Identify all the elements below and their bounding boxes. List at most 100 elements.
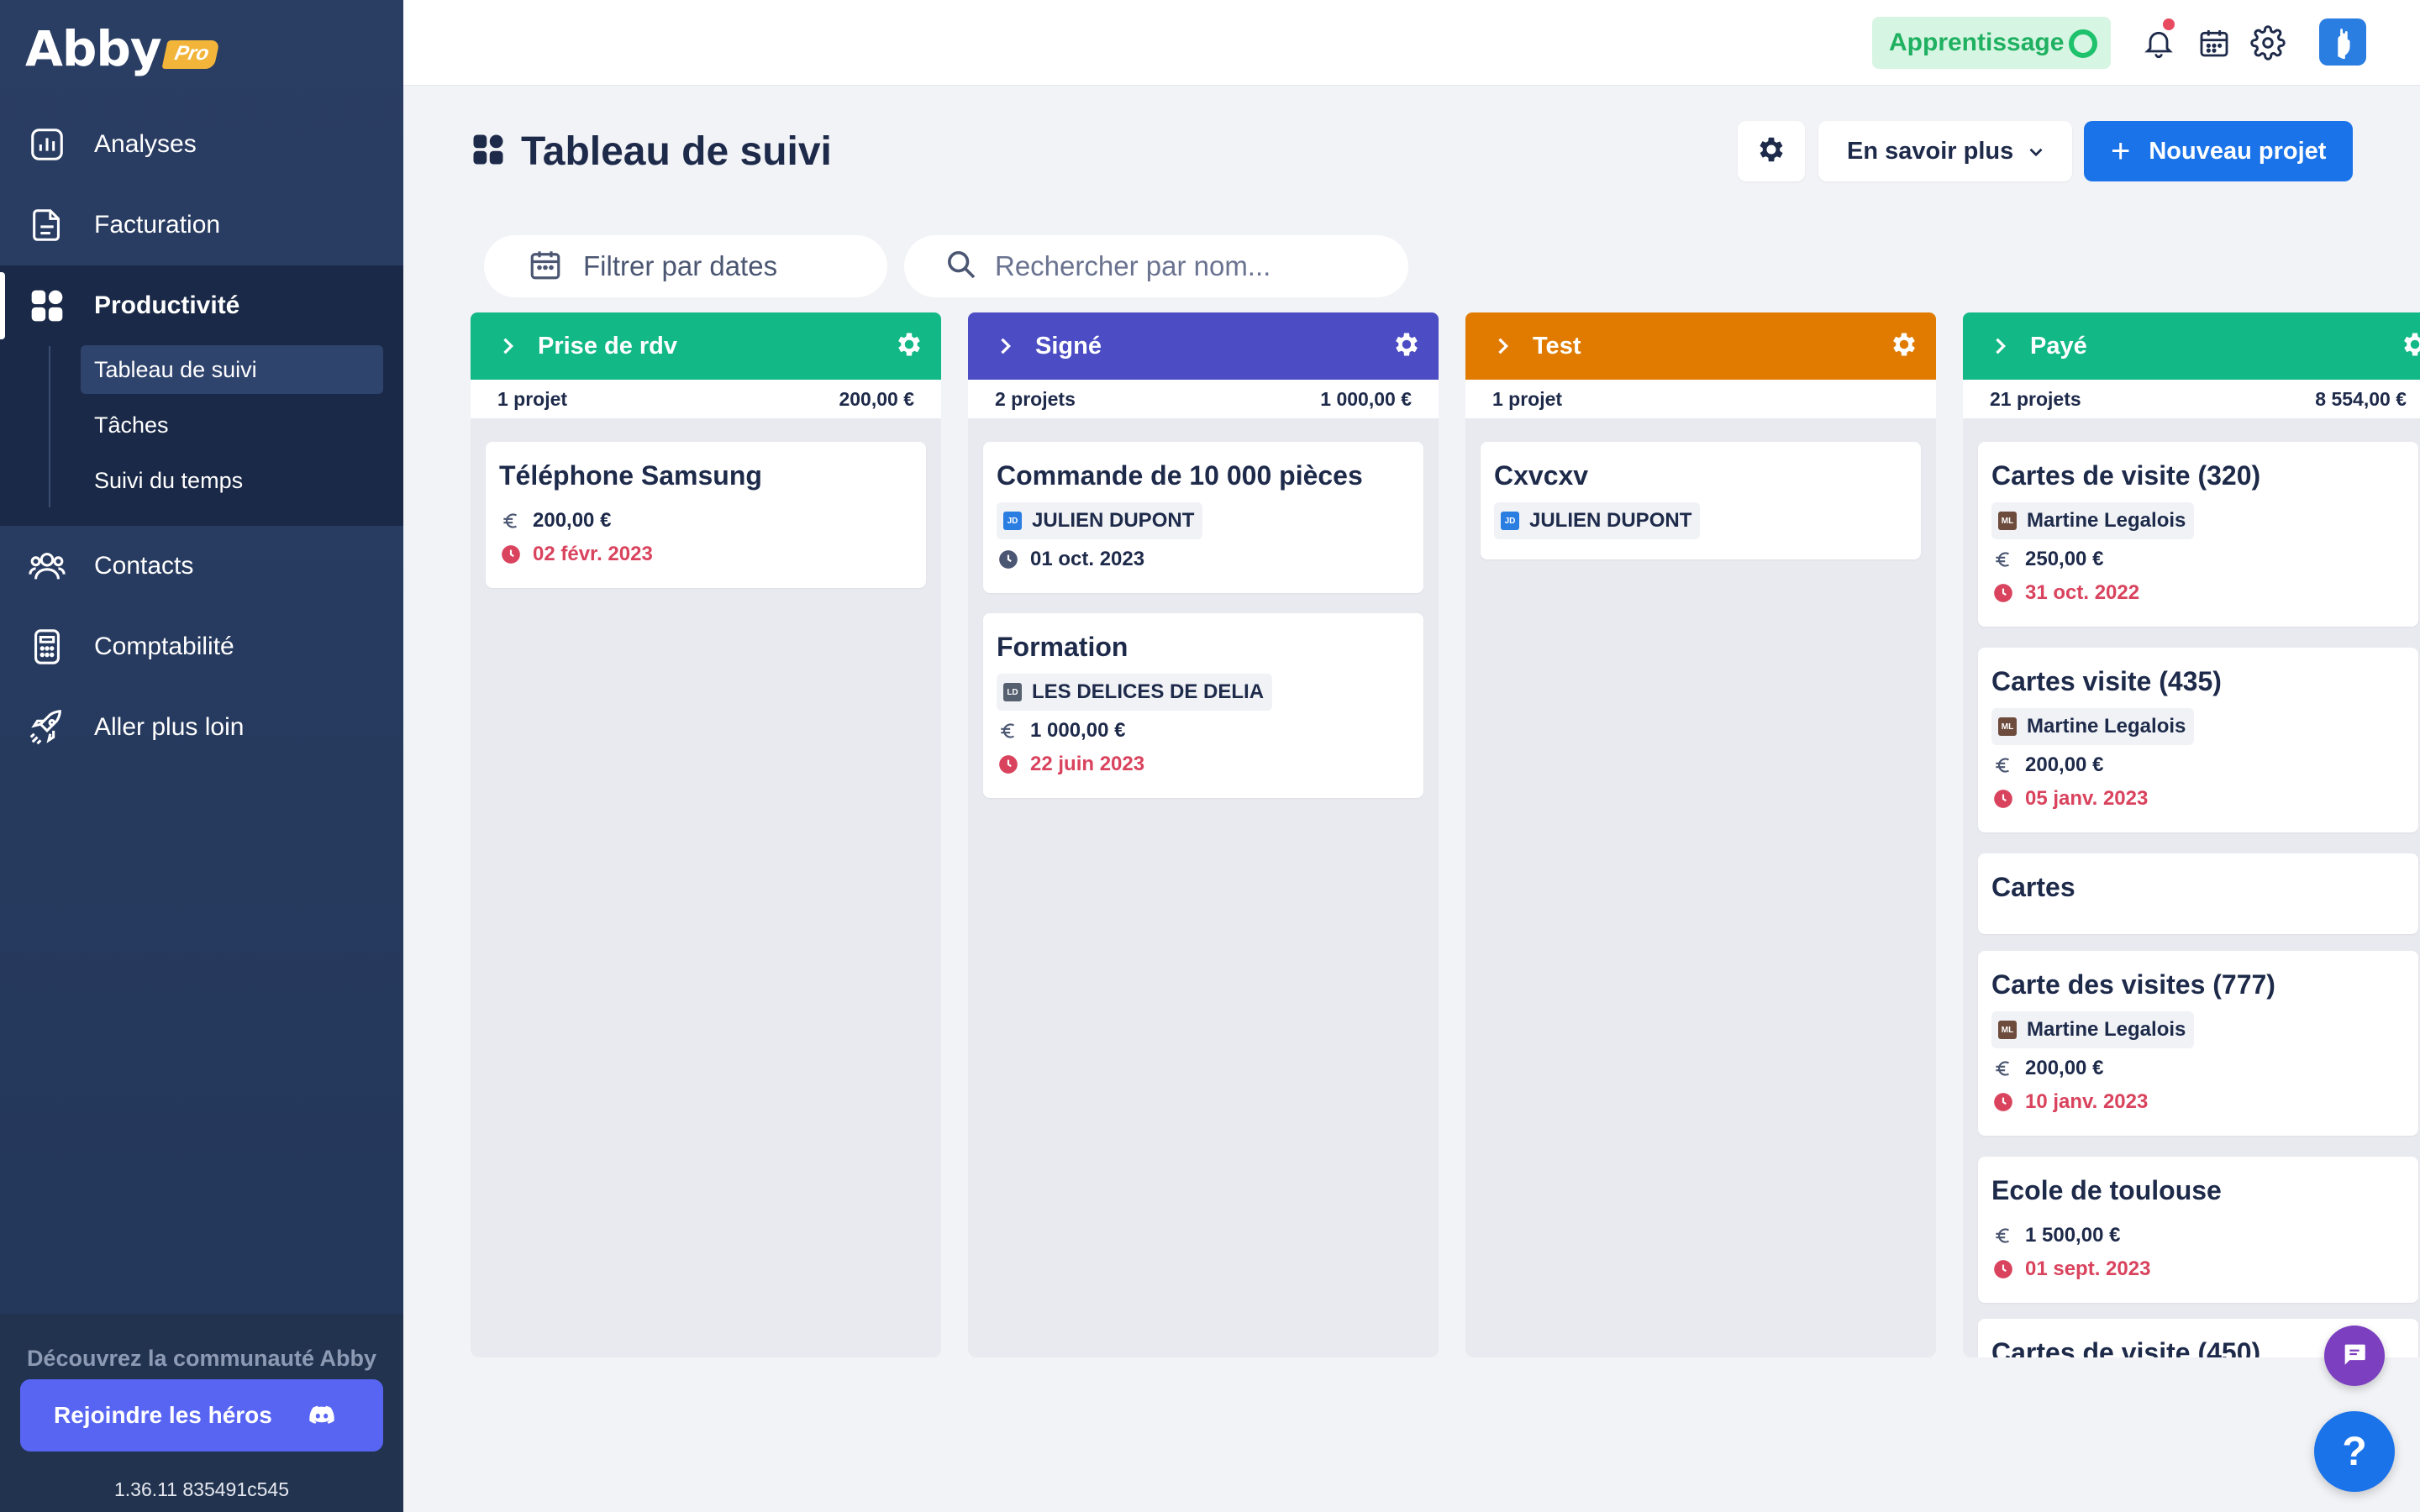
clock-icon [1991, 1257, 2015, 1281]
column-name: Payé [2030, 332, 2087, 360]
sidebar-item-label: Facturation [94, 211, 221, 239]
card-title: Formation [997, 632, 1128, 662]
contact-name: JULIEN DUPONT [1032, 509, 1195, 532]
column-header[interactable]: Payé [1963, 312, 2420, 380]
card-amount: 1 000,00 € [997, 714, 1410, 748]
abby-logo[interactable]: Abby Pro [25, 20, 220, 77]
sidebar-item-productivite[interactable]: Productivité [0, 265, 403, 346]
learning-badge[interactable]: Apprentissage [1872, 17, 2111, 69]
chevron-right-icon[interactable] [1988, 334, 2012, 362]
amount-value: 200,00 € [2025, 1057, 2104, 1079]
contact-name: Martine Legalois [2027, 1018, 2186, 1041]
join-heroes-button[interactable]: Rejoindre les héros [20, 1379, 383, 1452]
subnav-item-taches[interactable]: Tâches [81, 401, 383, 449]
amount-value: 200,00 € [2025, 753, 2104, 776]
contact-avatar-icon: LD [1003, 683, 1022, 701]
date-value: 10 janv. 2023 [2025, 1090, 2149, 1113]
chevron-right-icon[interactable] [496, 334, 519, 362]
euro-icon [997, 719, 1020, 743]
chat-button[interactable] [2324, 1326, 2385, 1386]
app-version: 1.36.11 835491c545 [113, 1478, 290, 1500]
column-total: 200,00 € [839, 387, 914, 410]
contact-tag: JD JULIEN DUPONT [997, 502, 1203, 539]
learn-more-dropdown[interactable]: En savoir plus [1818, 121, 2072, 181]
project-card[interactable]: Cartes de visite (320) ML Martine Legalo… [1978, 442, 2418, 627]
column-summary: 1 projet 200,00 € [471, 380, 941, 418]
settings-icon[interactable] [2249, 24, 2287, 62]
sidebar-item-label: Analyses [94, 130, 197, 158]
sidebar-item-facturation[interactable]: Facturation [0, 185, 403, 265]
euro-icon [1991, 753, 2015, 777]
search-icon [944, 248, 978, 286]
rocket-icon [27, 707, 67, 748]
new-project-label: Nouveau projet [2149, 137, 2327, 165]
sidebar-item-analyses[interactable]: Analyses [0, 104, 403, 185]
gear-icon[interactable] [1889, 329, 1919, 364]
date-value: 31 oct. 2022 [2025, 581, 2140, 604]
column-prise-de-rdv: Prise de rdv 1 projet 200,00 € Téléphone… [471, 312, 941, 1357]
amount-value: 250,00 € [2025, 548, 2104, 570]
column-header[interactable]: Prise de rdv [471, 312, 941, 380]
date-filter[interactable]: Filtrer par dates [484, 235, 887, 297]
gear-icon[interactable] [894, 329, 924, 364]
project-card[interactable]: Téléphone Samsung 200,00 € 02 févr. 2023 [486, 442, 926, 588]
bell-icon[interactable] [2139, 18, 2178, 62]
contact-name: Martine Legalois [2027, 715, 2186, 738]
contact-tag: ML Martine Legalois [1991, 1011, 2195, 1048]
card-title: Cartes de visite (320) [1991, 460, 2261, 491]
column-summary: 21 projets 8 554,00 € [1963, 380, 2420, 418]
subnav-item-tableau-de-suivi[interactable]: Tableau de suivi [81, 345, 383, 394]
calendar-icon[interactable] [2195, 24, 2233, 62]
dashboard-icon [471, 132, 506, 171]
sidebar-item-aller-plus-loin[interactable]: Aller plus loin [0, 687, 403, 768]
join-heroes-label: Rejoindre les héros [54, 1402, 272, 1428]
clock-icon [1991, 1090, 2015, 1114]
card-date: 10 janv. 2023 [1991, 1085, 2405, 1119]
card-date: 05 janv. 2023 [1991, 782, 2405, 816]
project-card[interactable]: Ecole de toulouse 1 500,00 € 01 sept. 20… [1978, 1157, 2418, 1303]
user-avatar[interactable] [2319, 18, 2366, 66]
board-settings-button[interactable] [1738, 121, 1805, 181]
card-amount: 200,00 € [499, 504, 913, 538]
topbar: Apprentissage [403, 0, 2420, 86]
sidebar-item-label: Productivité [94, 291, 240, 319]
sidebar-item-contacts[interactable]: Contacts [0, 526, 403, 606]
clock-icon [499, 543, 523, 566]
chart-icon [27, 124, 67, 165]
project-card[interactable]: Carte des visites (777) ML Martine Legal… [1978, 951, 2418, 1136]
project-card[interactable]: Commande de 10 000 pièces JD JULIEN DUPO… [983, 442, 1423, 593]
column-total: 8 554,00 € [2315, 387, 2407, 410]
card-date: 02 févr. 2023 [499, 538, 913, 571]
community-panel: Découvrez la communauté Abby Rejoindre l… [0, 1314, 403, 1512]
project-card[interactable]: Cartes visite (435) ML Martine Legalois … [1978, 648, 2418, 832]
gear-icon[interactable] [1392, 329, 1422, 364]
users-icon [27, 546, 67, 586]
search-input[interactable] [995, 250, 1398, 282]
grid-icon [27, 286, 67, 326]
logo-text: Abby [25, 20, 162, 77]
column-header[interactable]: Test [1465, 312, 1936, 380]
column-paye: Payé 21 projets 8 554,00 € Cartes de vis… [1963, 312, 2420, 1357]
project-card[interactable]: Cxvcxv JD JULIEN DUPONT [1481, 442, 1921, 559]
euro-icon [1991, 1057, 2015, 1080]
sidebar-item-comptabilite[interactable]: Comptabilité [0, 606, 403, 687]
card-date: 22 juin 2023 [997, 748, 1410, 781]
discord-icon [308, 1401, 336, 1436]
column-signe: Signé 2 projets 1 000,00 € Commande de 1… [968, 312, 1439, 1357]
column-header[interactable]: Signé [968, 312, 1439, 380]
card-date: 01 sept. 2023 [1991, 1252, 2405, 1286]
help-button[interactable]: ? [2314, 1411, 2395, 1492]
new-project-button[interactable]: + Nouveau projet [2084, 121, 2353, 181]
subnav-line [49, 346, 50, 507]
document-icon [27, 205, 67, 245]
search-box[interactable] [904, 235, 1408, 297]
subnav-item-suivi-du-temps[interactable]: Suivi du temps [81, 456, 383, 505]
learning-label: Apprentissage [1889, 29, 2065, 56]
chevron-right-icon[interactable] [1491, 334, 1514, 362]
project-card[interactable]: Cartes [1978, 853, 2418, 934]
card-title: Cartes visite (435) [1991, 666, 2222, 696]
column-count: 21 projets [1990, 387, 2081, 410]
gear-icon[interactable] [2400, 329, 2420, 364]
chevron-right-icon[interactable] [993, 334, 1017, 362]
project-card[interactable]: Formation LD LES DELICES DE DELIA 1 000,… [983, 613, 1423, 798]
